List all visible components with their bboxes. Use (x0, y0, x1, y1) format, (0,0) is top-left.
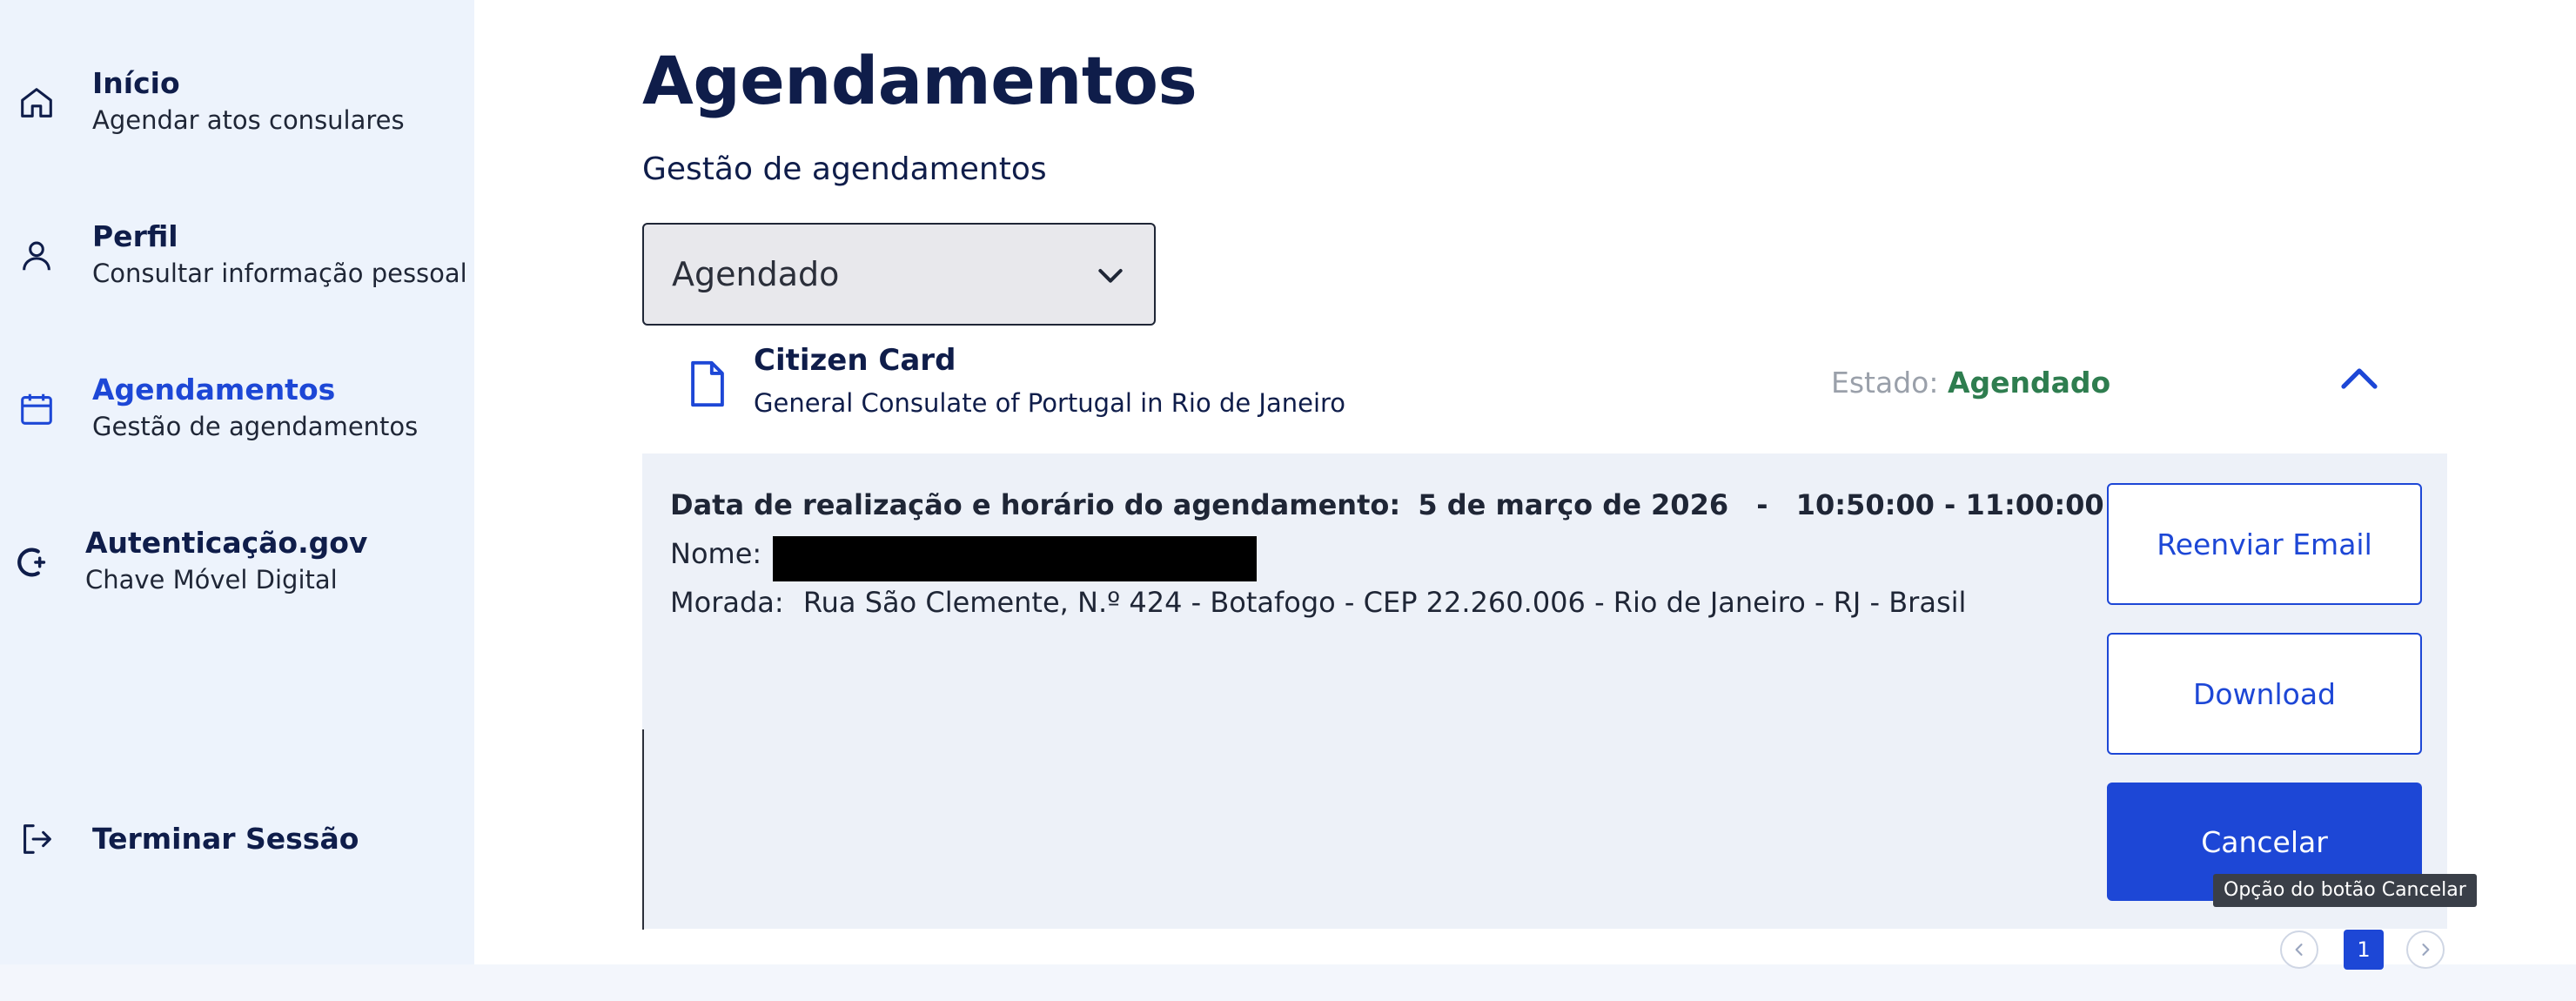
chevron-right-icon (2422, 944, 2430, 956)
address-value: Rua São Clemente, N.º 424 - Botafogo - C… (802, 586, 1967, 619)
sidebar-item-title: Início (92, 66, 180, 100)
sidebar-item-subtitle: Gestão de agendamentos (92, 412, 419, 441)
name-row: Nome: (670, 537, 761, 570)
page-subtitle: Gestão de agendamentos (642, 151, 1047, 187)
user-icon (16, 235, 57, 277)
appointment-details-panel: Data de realização e horário do agendame… (642, 453, 2447, 929)
appointment-service: Citizen Card (754, 343, 956, 378)
cancel-tooltip: Opção do botão Cancelar (2213, 874, 2477, 907)
resend-email-label: Reenviar Email (2157, 527, 2372, 561)
sidebar-item-subtitle: Chave Móvel Digital (85, 565, 338, 595)
sidebar-item-title: Perfil (92, 219, 178, 253)
logout-label: Terminar Sessão (92, 822, 359, 856)
date-label: Data de realização e horário do agendame… (670, 488, 1401, 521)
logout-icon (16, 818, 57, 860)
chevron-left-icon (2295, 944, 2303, 956)
address-label: Morada: (670, 586, 784, 619)
next-page-button[interactable] (2406, 930, 2445, 969)
chevron-down-icon (1098, 269, 1123, 283)
date-separator: - (1756, 488, 1768, 521)
download-label: Download (2192, 676, 2337, 711)
sidebar-item-title: Autenticação.gov (85, 526, 368, 560)
document-icon (691, 360, 724, 407)
sidebar-item-subtitle: Consultar informação pessoal (92, 259, 467, 288)
cancel-label: Cancelar (2201, 824, 2328, 859)
panel-divider (642, 729, 644, 930)
calendar-icon (16, 388, 57, 430)
name-label: Nome: (670, 537, 762, 570)
download-button[interactable]: Download (2107, 633, 2422, 755)
sidebar-item-inicio[interactable]: Início Agendar atos consulares (0, 61, 474, 148)
home-icon (16, 82, 57, 124)
sidebar-item-perfil[interactable]: Perfil Consultar informação pessoal (0, 214, 474, 301)
address-row: Morada: Rua São Clemente, N.º 424 - Bota… (670, 586, 1966, 619)
sidebar: Início Agendar atos consulares Perfil Co… (0, 0, 474, 964)
page-number-button[interactable]: 1 (2344, 930, 2384, 970)
status-badge: Agendado (1948, 366, 2111, 400)
previous-page-button[interactable] (2280, 930, 2318, 969)
status-filter-select[interactable]: Agendado (642, 223, 1156, 326)
chevron-up-icon[interactable] (2338, 360, 2381, 395)
redacted-name (773, 536, 1257, 581)
sidebar-item-agendamentos[interactable]: Agendamentos Gestão de agendamentos (0, 367, 474, 454)
status-label: Estado: (1831, 366, 1939, 400)
sidebar-item-autenticacao-gov[interactable]: Autenticação.gov Chave Móvel Digital (0, 521, 474, 608)
appointment-card-header[interactable]: Citizen Card General Consulate of Portug… (642, 338, 2447, 451)
status-filter-value: Agendado (672, 255, 840, 293)
sidebar-item-title: Agendamentos (92, 373, 336, 406)
page-title: Agendamentos (642, 42, 1197, 119)
footer-strip (0, 964, 2576, 1001)
date-value: 5 de março de 2026 (1418, 488, 1729, 521)
resend-email-button[interactable]: Reenviar Email (2107, 483, 2422, 605)
date-row: Data de realização e horário do agendame… (670, 488, 2104, 521)
appointment-location: General Consulate of Portugal in Rio de … (754, 388, 1346, 418)
sidebar-item-subtitle: Agendar atos consulares (92, 105, 405, 135)
autenticacao-gov-icon (12, 541, 54, 583)
logout-button[interactable]: Terminar Sessão (0, 810, 474, 870)
time-value: 10:50:00 - 11:00:00 (1795, 488, 2104, 521)
